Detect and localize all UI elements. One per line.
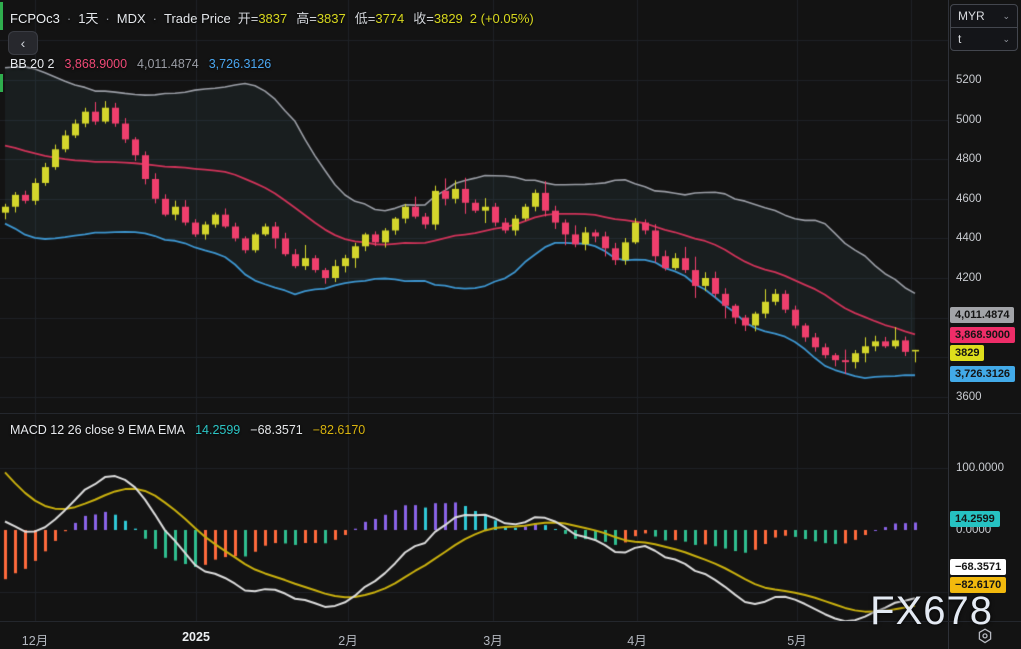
symbol-header: FCPOc3 · 1天 · MDX · Trade Price 开=3837高=… <box>10 8 534 27</box>
ohlc-label: 低= <box>355 11 376 26</box>
ohlc-value: 3837 <box>258 11 287 26</box>
ohlc-values: 开=3837高=3837低=3774收=3829 <box>238 8 463 27</box>
dropdown-label: MYR <box>958 9 985 23</box>
price-tick-label: 4400 <box>956 232 982 244</box>
price-badge: 3,726.3126 <box>950 366 1015 382</box>
macd-legend-value: −82.6170 <box>313 423 365 437</box>
time-axis-label: 3月 <box>483 630 502 649</box>
ohlc-value: 3829 <box>434 11 463 26</box>
macd-tick-label: 100.0000 <box>956 462 1004 474</box>
price-tick-label: 4600 <box>956 193 982 205</box>
price-badge: 3,868.9000 <box>950 327 1015 343</box>
macd-legend[interactable]: MACD 12 26 close 9 EMA EMA 14.2599 −68.35… <box>10 423 365 437</box>
time-axis-label: 2月 <box>338 630 357 649</box>
ohlc-item: 低=3774 <box>355 8 405 27</box>
interval-label[interactable]: 1天 <box>78 8 98 27</box>
bb-legend-value: 3,726.3126 <box>209 57 272 71</box>
unit-dropdown[interactable]: t⌄ <box>951 27 1017 50</box>
pane-divider[interactable] <box>0 413 1021 414</box>
ohlc-item: 开=3837 <box>238 8 288 27</box>
bb-legend-title: BB 20 2 <box>10 57 54 71</box>
symbol-name[interactable]: FCPOc3 <box>10 11 60 26</box>
left-edge-sliver <box>0 2 3 30</box>
time-axis-border <box>0 621 1021 622</box>
separator-dot: · <box>67 11 71 26</box>
price-badge: 3829 <box>950 345 984 361</box>
bb-legend-values: 3,868.9000 4,011.4874 3,726.3126 <box>64 57 271 71</box>
price-axis-scale[interactable]: 520050004800460044004200400038003600100.… <box>949 0 1021 621</box>
chevron-down-icon: ⌄ <box>1002 11 1010 22</box>
chevron-down-icon: ⌄ <box>1002 34 1010 45</box>
bb-legend[interactable]: BB 20 2 3,868.9000 4,011.4874 3,726.3126 <box>10 57 271 71</box>
price-tick-label: 3600 <box>956 391 982 403</box>
ohlc-value: 3837 <box>317 11 346 26</box>
time-axis-label: 12月 <box>22 630 48 649</box>
macd-legend-values: 14.2599 −68.3571 −82.6170 <box>195 423 365 437</box>
separator-dot: · <box>153 11 157 26</box>
bb-legend-value: 3,868.9000 <box>64 57 127 71</box>
settings-icon[interactable] <box>976 627 994 645</box>
macd-legend-title: MACD 12 26 close 9 EMA EMA <box>10 423 185 437</box>
separator-dot: · <box>105 11 109 26</box>
price-tick-label: 5000 <box>956 114 982 126</box>
ohlc-label: 开= <box>238 11 259 26</box>
unit-dropdowns: MYR⌄t⌄ <box>950 4 1018 51</box>
ohlc-value: 3774 <box>375 11 404 26</box>
ohlc-item: 高=3837 <box>296 8 346 27</box>
price-tick-label: 4800 <box>956 153 982 165</box>
time-axis-label: 5月 <box>787 630 806 649</box>
macd-badge: −68.3571 <box>950 559 1006 575</box>
currency-dropdown[interactable]: MYR ⌄ <box>951 5 1017 27</box>
dropdown-label: t <box>958 32 961 46</box>
chart-canvas[interactable] <box>0 0 1021 649</box>
time-axis-label: 2025 <box>182 630 210 644</box>
exchange-label: MDX <box>117 11 146 26</box>
bb-legend-value: 4,011.4874 <box>137 57 199 71</box>
time-axis[interactable]: 12月 2025 2月 3月 4月 5月 <box>0 622 948 649</box>
macd-badge: 14.2599 <box>950 511 1000 527</box>
watermark: FX678 <box>870 589 993 634</box>
axis-separator-vertical <box>948 0 949 649</box>
left-edge-sliver <box>0 74 3 92</box>
macd-legend-value: 14.2599 <box>195 423 240 437</box>
change-value: 2 (+0.05%) <box>470 11 534 26</box>
price-tick-label: 5200 <box>956 74 982 86</box>
price-badge: 4,011.4874 <box>950 307 1014 323</box>
back-button[interactable]: ‹ <box>8 31 38 55</box>
ohlc-label: 高= <box>296 11 317 26</box>
ohlc-item: 收=3829 <box>413 8 463 27</box>
time-axis-label: 4月 <box>627 630 646 649</box>
macd-legend-value: −68.3571 <box>250 423 302 437</box>
series-type-label: Trade Price <box>164 11 231 26</box>
ohlc-label: 收= <box>413 11 434 26</box>
price-tick-label: 4200 <box>956 272 982 284</box>
